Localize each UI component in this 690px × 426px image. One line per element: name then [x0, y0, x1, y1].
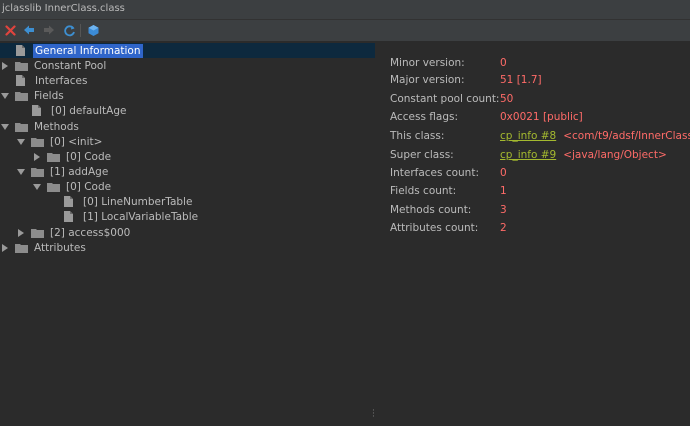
- tree-item-label: Constant Pool: [34, 59, 107, 72]
- tree-item-label: Fields: [34, 89, 64, 102]
- detail-value: 2: [500, 222, 507, 234]
- detail-value: 50: [500, 93, 514, 105]
- tree-item-label: Methods: [34, 120, 79, 133]
- file-icon: [64, 196, 78, 208]
- chevron-right-icon[interactable]: [17, 225, 25, 240]
- tree-item-label: [1] LocalVariableTable: [83, 210, 199, 223]
- tree-item-label: [0] Code: [66, 180, 112, 193]
- tree-item-linenumbertable[interactable]: [0] LineNumberTable: [64, 194, 194, 209]
- folder-icon: [15, 121, 29, 133]
- this-class-name: <com/t9/adsf/InnerClass>: [563, 130, 690, 142]
- chevron-down-icon[interactable]: [17, 164, 25, 179]
- toolbar-separator: [80, 24, 81, 37]
- chevron-down-icon[interactable]: [33, 179, 41, 194]
- tree-item-method-access000[interactable]: [2] access$000: [17, 225, 132, 240]
- tree-item-label: Interfaces: [35, 74, 88, 87]
- folder-icon: [31, 227, 45, 239]
- tree-item-label: [1] addAge: [50, 165, 109, 178]
- tree-item-interfaces[interactable]: Interfaces: [16, 73, 89, 88]
- file-icon: [64, 211, 78, 223]
- file-icon: [16, 75, 30, 87]
- tree-item-field-defaultage[interactable]: [0] defaultAge: [32, 103, 128, 118]
- detail-key: Methods count:: [390, 204, 472, 216]
- super-class-name: <java/lang/Object>: [563, 149, 667, 161]
- chevron-down-icon[interactable]: [1, 119, 9, 134]
- folder-icon: [47, 151, 61, 163]
- detail-key: Fields count:: [390, 185, 457, 197]
- detail-key: Minor version:: [390, 57, 465, 69]
- tree-item-fields[interactable]: Fields: [1, 88, 66, 103]
- file-icon: [16, 45, 30, 57]
- detail-value: 1: [500, 185, 507, 197]
- detail-key: Super class:: [390, 149, 454, 161]
- window-title: jclasslib InnerClass.class: [2, 3, 125, 14]
- forward-icon[interactable]: [42, 23, 56, 37]
- folder-icon: [31, 166, 45, 178]
- detail-key: Interfaces count:: [390, 167, 479, 179]
- chevron-down-icon[interactable]: [1, 88, 9, 103]
- tree-item-init-code[interactable]: [0] Code: [33, 149, 113, 164]
- folder-icon: [15, 60, 29, 72]
- chevron-right-icon[interactable]: [1, 240, 9, 255]
- chevron-right-icon[interactable]: [33, 149, 41, 164]
- tree-item-attributes[interactable]: Attributes: [1, 240, 88, 255]
- tree-item-general-information[interactable]: General Information: [16, 43, 143, 58]
- toolbar: [0, 20, 690, 42]
- tree-item-label: Attributes: [34, 241, 86, 254]
- tree-item-localvariabletable[interactable]: [1] LocalVariableTable: [64, 209, 200, 224]
- tree-item-methods[interactable]: Methods: [1, 119, 81, 134]
- tree-item-label: [0] defaultAge: [51, 104, 127, 117]
- folder-icon: [47, 181, 61, 193]
- tree-item-label: [2] access$000: [50, 226, 131, 239]
- detail-value: 0: [500, 167, 507, 179]
- tree-item-addage-code[interactable]: [0] Code: [33, 179, 113, 194]
- detail-key: Attributes count:: [390, 222, 479, 234]
- folder-icon: [31, 136, 45, 148]
- detail-value: 51 [1.7]: [500, 74, 542, 86]
- detail-key: Access flags:: [390, 111, 459, 123]
- detail-key: Major version:: [390, 74, 465, 86]
- tree-item-label: [0] Code: [66, 150, 112, 163]
- refresh-icon[interactable]: [62, 23, 76, 37]
- chevron-right-icon[interactable]: [1, 58, 9, 73]
- tree-item-label: General Information: [33, 43, 143, 58]
- chevron-down-icon[interactable]: [17, 134, 25, 149]
- file-icon: [32, 105, 46, 117]
- close-icon[interactable]: [3, 23, 17, 37]
- folder-icon: [15, 242, 29, 254]
- super-class-link[interactable]: cp_info #9: [500, 149, 556, 161]
- title-bar: jclasslib InnerClass.class: [0, 0, 690, 20]
- web-icon[interactable]: [86, 23, 100, 37]
- detail-key: Constant pool count:: [390, 93, 500, 105]
- detail-value: 0: [500, 57, 507, 69]
- detail-key: This class:: [390, 130, 445, 142]
- back-icon[interactable]: [22, 23, 36, 37]
- splitter-grip-icon[interactable]: · · ·: [372, 407, 375, 422]
- detail-value: 3: [500, 204, 507, 216]
- tree-item-label: [0] <init>: [50, 135, 103, 148]
- tree-item-method-addage[interactable]: [1] addAge: [17, 164, 110, 179]
- tree-item-label: [0] LineNumberTable: [83, 195, 193, 208]
- tree-item-constant-pool[interactable]: Constant Pool: [1, 58, 108, 73]
- folder-icon: [15, 90, 29, 102]
- this-class-link[interactable]: cp_info #8: [500, 130, 556, 142]
- detail-value: 0x0021 [public]: [500, 111, 583, 123]
- tree-item-method-init[interactable]: [0] <init>: [17, 134, 104, 149]
